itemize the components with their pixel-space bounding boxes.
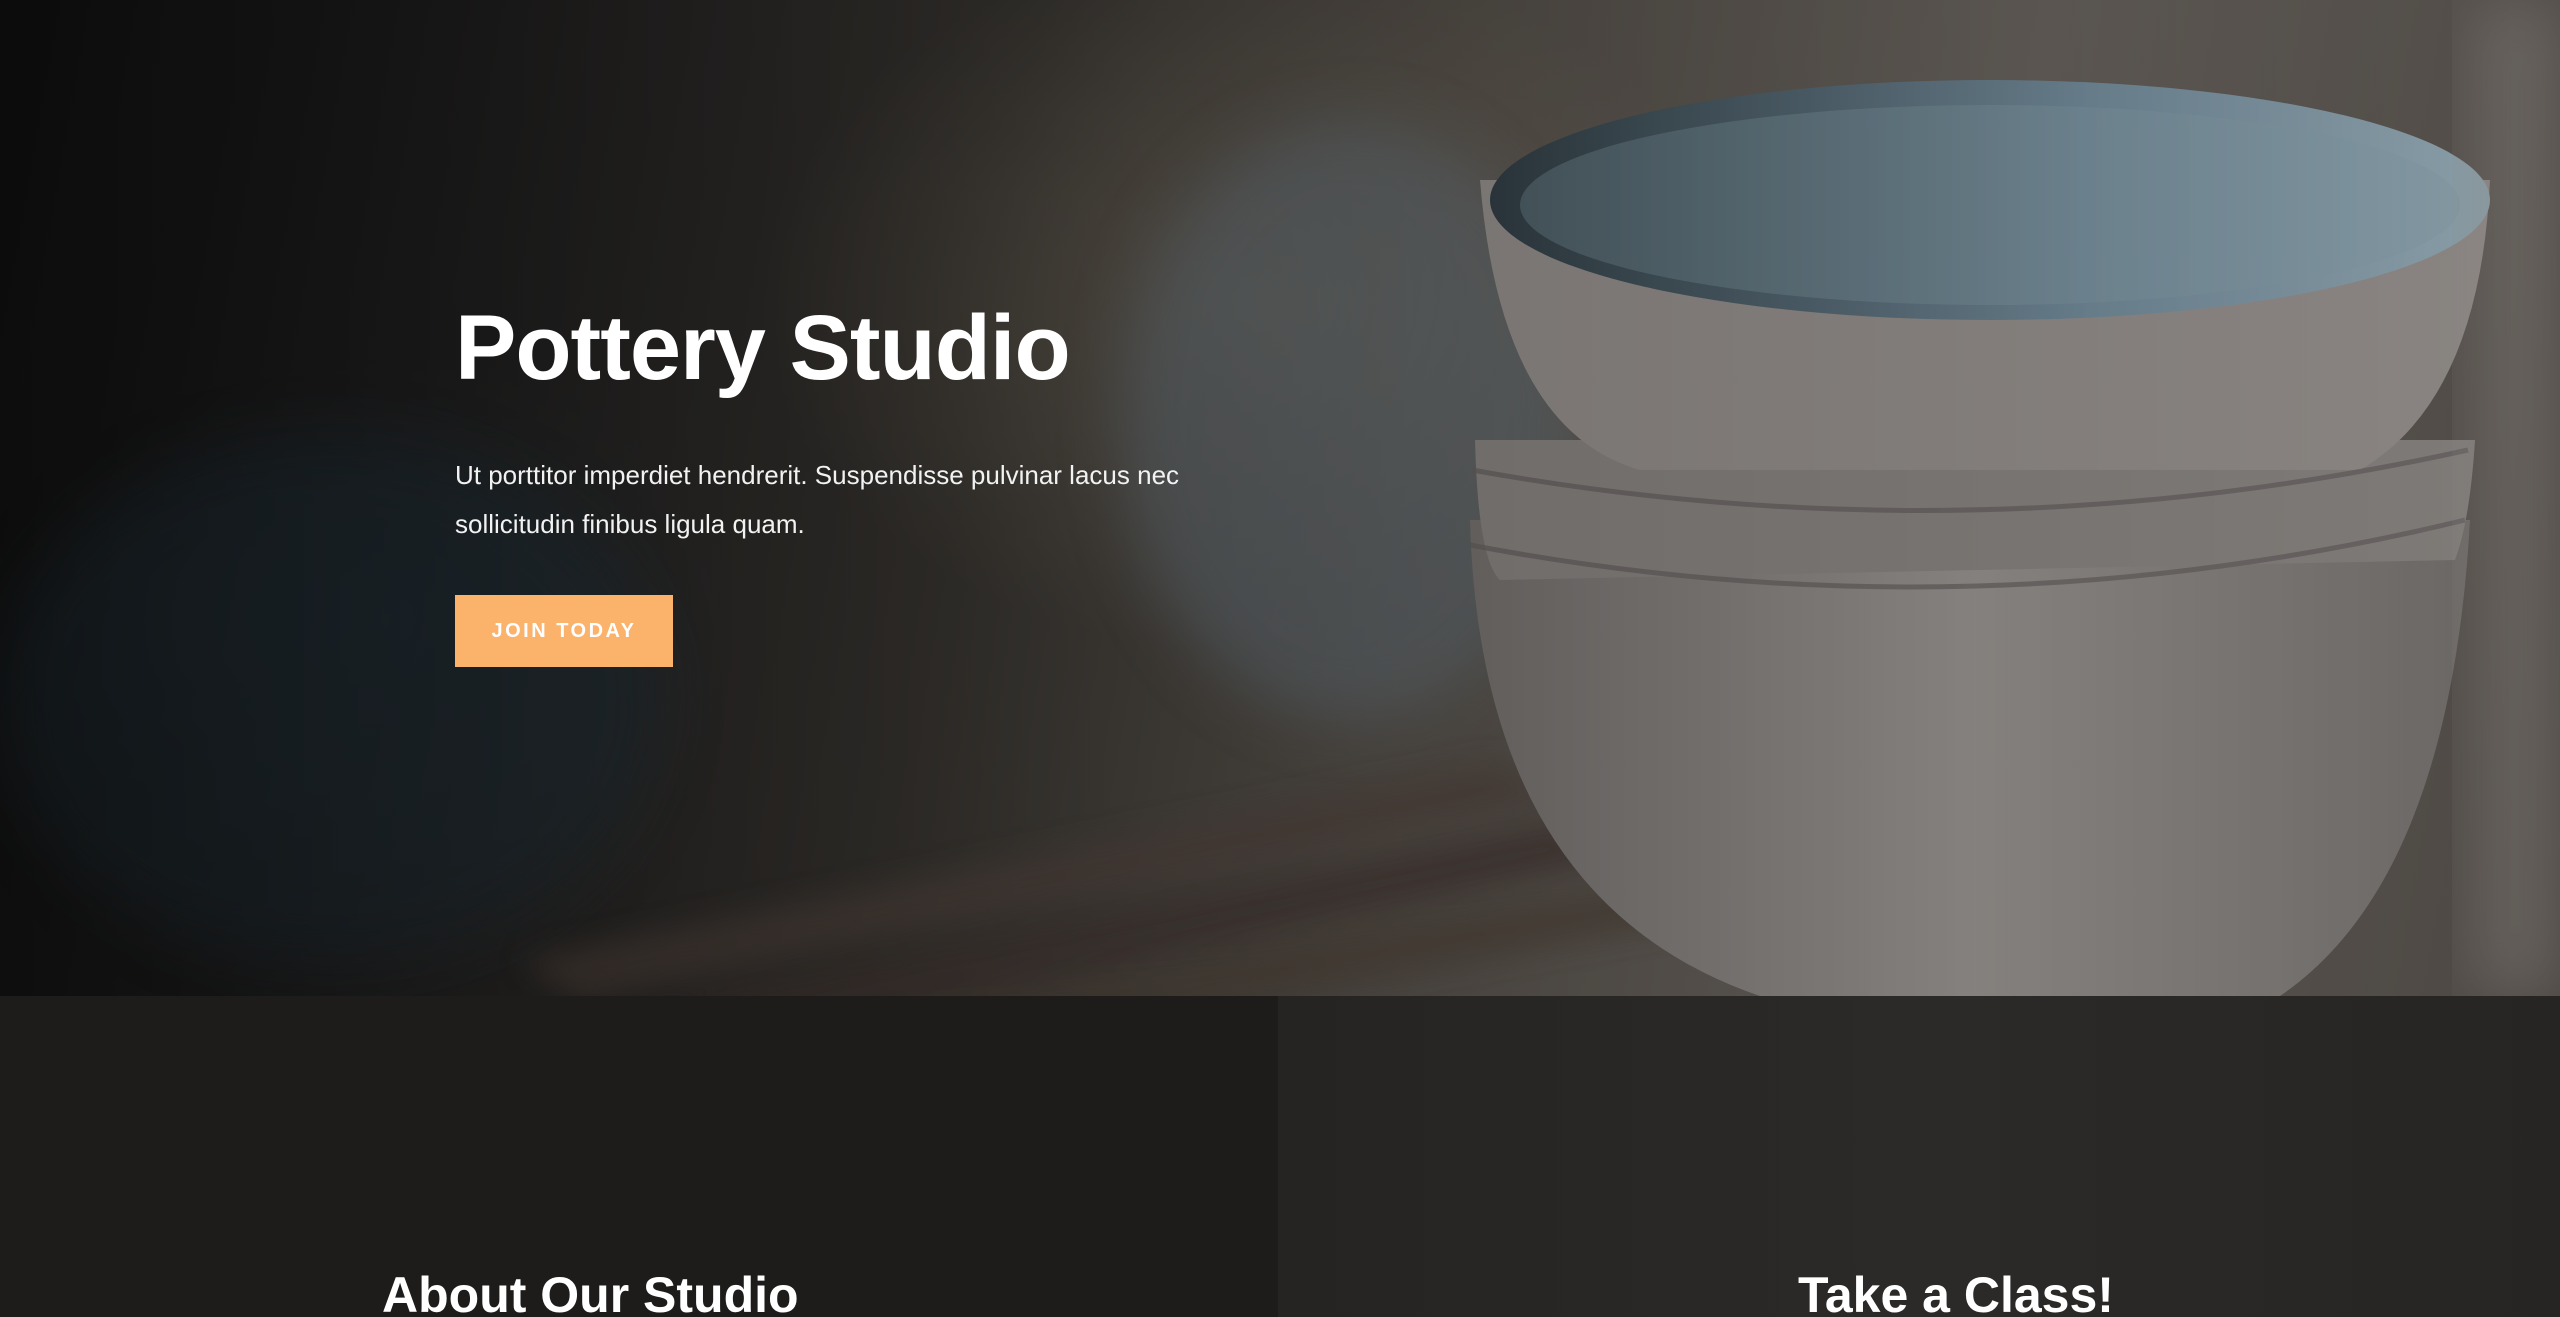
join-today-button[interactable]: JOIN TODAY	[455, 595, 673, 668]
hero-content: Pottery Studio Ut porttitor imperdiet he…	[455, 297, 1355, 668]
class-heading: Take a Class!	[1798, 1267, 2114, 1317]
hero-description: Ut porttitor imperdiet hendrerit. Suspen…	[455, 460, 1180, 540]
class-section: Take a Class!	[1278, 996, 2560, 1317]
about-heading: About Our Studio	[382, 1267, 799, 1317]
hero-section: Pottery Studio Ut porttitor imperdiet he…	[0, 0, 2560, 996]
about-section: About Our Studio	[0, 996, 1278, 1317]
hero-title: Pottery Studio	[455, 297, 1071, 399]
